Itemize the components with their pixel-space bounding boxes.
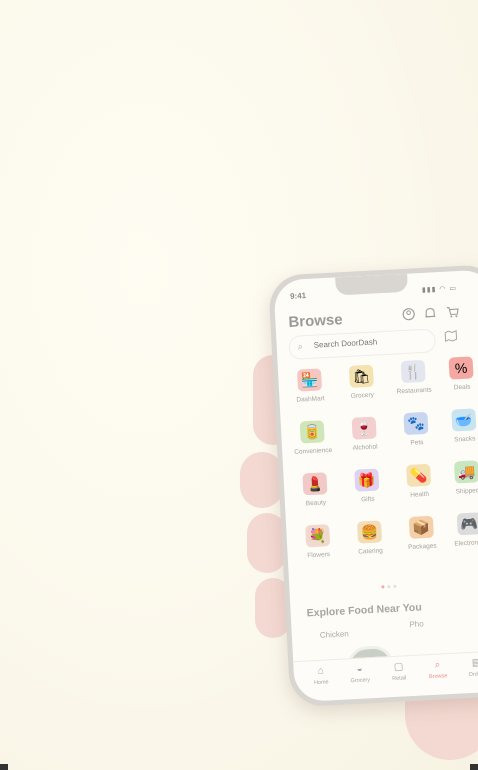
- category-label: Grocery: [350, 391, 375, 400]
- profile-icon[interactable]: [401, 307, 416, 322]
- search-icon: ⌕: [297, 341, 304, 352]
- category-label: Catering: [358, 546, 383, 556]
- category-beauty[interactable]: 💄 Beauty: [289, 468, 341, 519]
- category-convenience[interactable]: 🥫 Convenience: [286, 416, 338, 467]
- health-icon: 💊: [406, 463, 432, 488]
- phone-screen: 9:41 ▮▮▮ ◠ ▭ Browse ⌕ 🏪 DashMart 🛍 Grocery 🍴…: [273, 269, 478, 703]
- grocery-icon: 🛍: [348, 364, 374, 388]
- tab-label: Orders: [468, 671, 478, 679]
- tab-browse[interactable]: ⌕ Browse: [418, 659, 457, 681]
- snacks-icon: 🥣: [451, 407, 477, 432]
- gifts-icon: 🎁: [354, 467, 380, 492]
- category-label: Deals: [453, 383, 471, 391]
- category-grocery[interactable]: 🛍 Grocery: [336, 359, 388, 410]
- category-label: Beauty: [305, 499, 327, 508]
- cart-icon[interactable]: [445, 305, 460, 320]
- category-label: Flowers: [307, 551, 331, 560]
- category-electronics[interactable]: 🎮 Electronics: [443, 507, 478, 558]
- bell-icon[interactable]: [423, 306, 438, 321]
- category-dashmart[interactable]: 🏪 DashMart: [284, 364, 336, 415]
- tab-grocery[interactable]: ◒ Grocery: [340, 663, 379, 685]
- map-icon[interactable]: [444, 329, 458, 345]
- tab-label: Browse: [428, 673, 448, 681]
- category-label: DashMart: [296, 395, 325, 404]
- retail-tab-icon: ▢: [393, 661, 404, 673]
- category-label: Snacks: [453, 434, 476, 443]
- shipped-icon: 🚚: [453, 459, 478, 483]
- grocery-tab-icon: ◒: [356, 663, 364, 675]
- pager-dot[interactable]: [393, 584, 397, 588]
- category-label: Restaurants: [396, 386, 432, 396]
- status-time: 9:41: [289, 291, 307, 301]
- category-label: Pets: [410, 439, 424, 447]
- category-label: Alchohol: [352, 443, 378, 452]
- tab-label: Retail: [392, 675, 407, 683]
- pager-dot[interactable]: [381, 585, 385, 589]
- category-label: Convenience: [294, 446, 333, 456]
- category-health[interactable]: 💊 Health: [393, 459, 445, 510]
- category-deals[interactable]: % Deals: [435, 351, 478, 402]
- category-label: Electronics: [454, 538, 478, 548]
- page-title: Browse: [288, 311, 344, 331]
- tab-home[interactable]: ⌂ Home: [301, 665, 340, 687]
- tab-orders[interactable]: ▤ Orders: [457, 657, 478, 679]
- orders-tab-icon: ▤: [471, 657, 478, 669]
- category-gifts[interactable]: 🎁 Gifts: [341, 463, 393, 514]
- phone-notch: [335, 273, 409, 296]
- edge-mark-left: [0, 764, 8, 770]
- phone-frame: 9:41 ▮▮▮ ◠ ▭ Browse ⌕ 🏪 DashMart 🛍 Grocery 🍴…: [268, 263, 478, 708]
- browse-tab-icon: ⌕: [434, 659, 441, 671]
- search-bar[interactable]: ⌕: [288, 328, 437, 360]
- pager-dot[interactable]: [387, 585, 391, 589]
- restaurants-icon: 🍴: [400, 359, 426, 384]
- category-label: Gifts: [360, 495, 375, 503]
- home-tab-icon: ⌂: [317, 665, 325, 677]
- category-snacks[interactable]: 🥣 Snacks: [438, 403, 478, 454]
- category-restaurants[interactable]: 🍴 Restaurants: [387, 355, 439, 406]
- status-icons: ▮▮▮ ◠ ▭: [421, 285, 458, 294]
- beauty-icon: 💄: [302, 472, 328, 496]
- tab-bar: ⌂ Home ◒ Grocery ▢ Retail ⌕ Browse ▤ Orders: [293, 649, 478, 703]
- category-shipped[interactable]: 🚚 Shipped: [441, 455, 478, 506]
- tab-label: Home: [313, 679, 329, 687]
- category-label: Packages: [407, 542, 437, 552]
- flowers-icon: 💐: [305, 524, 331, 548]
- pets-icon: 🐾: [403, 411, 429, 436]
- explore-title: Explore Food Near You: [306, 601, 423, 620]
- category-flowers[interactable]: 💐 Flowers: [292, 519, 344, 570]
- category-pets[interactable]: 🐾 Pets: [390, 407, 442, 458]
- catering-icon: 🍔: [356, 519, 383, 544]
- packages-icon: 📦: [408, 515, 434, 539]
- convenience-icon: 🥫: [299, 420, 325, 444]
- category-label: Health: [410, 490, 430, 499]
- category-label: Shipped: [455, 486, 478, 495]
- tab-retail[interactable]: ▢ Retail: [379, 661, 418, 683]
- edge-mark-right: [470, 764, 478, 770]
- deals-icon: %: [448, 355, 474, 380]
- electronics-icon: 🎮: [456, 511, 478, 535]
- category-packages[interactable]: 📦 Packages: [396, 511, 448, 562]
- food-item-pho[interactable]: Pho: [409, 619, 424, 629]
- food-item-chicken[interactable]: Chicken: [320, 629, 349, 640]
- pager-dots: [381, 575, 400, 594]
- alchohol-icon: 🍷: [351, 416, 377, 440]
- tab-label: Grocery: [350, 677, 371, 685]
- category-alchohol[interactable]: 🍷 Alchohol: [338, 411, 390, 462]
- dashmart-icon: 🏪: [296, 368, 323, 392]
- search-input[interactable]: [311, 333, 431, 351]
- category-catering[interactable]: 🍔 Catering: [344, 515, 396, 566]
